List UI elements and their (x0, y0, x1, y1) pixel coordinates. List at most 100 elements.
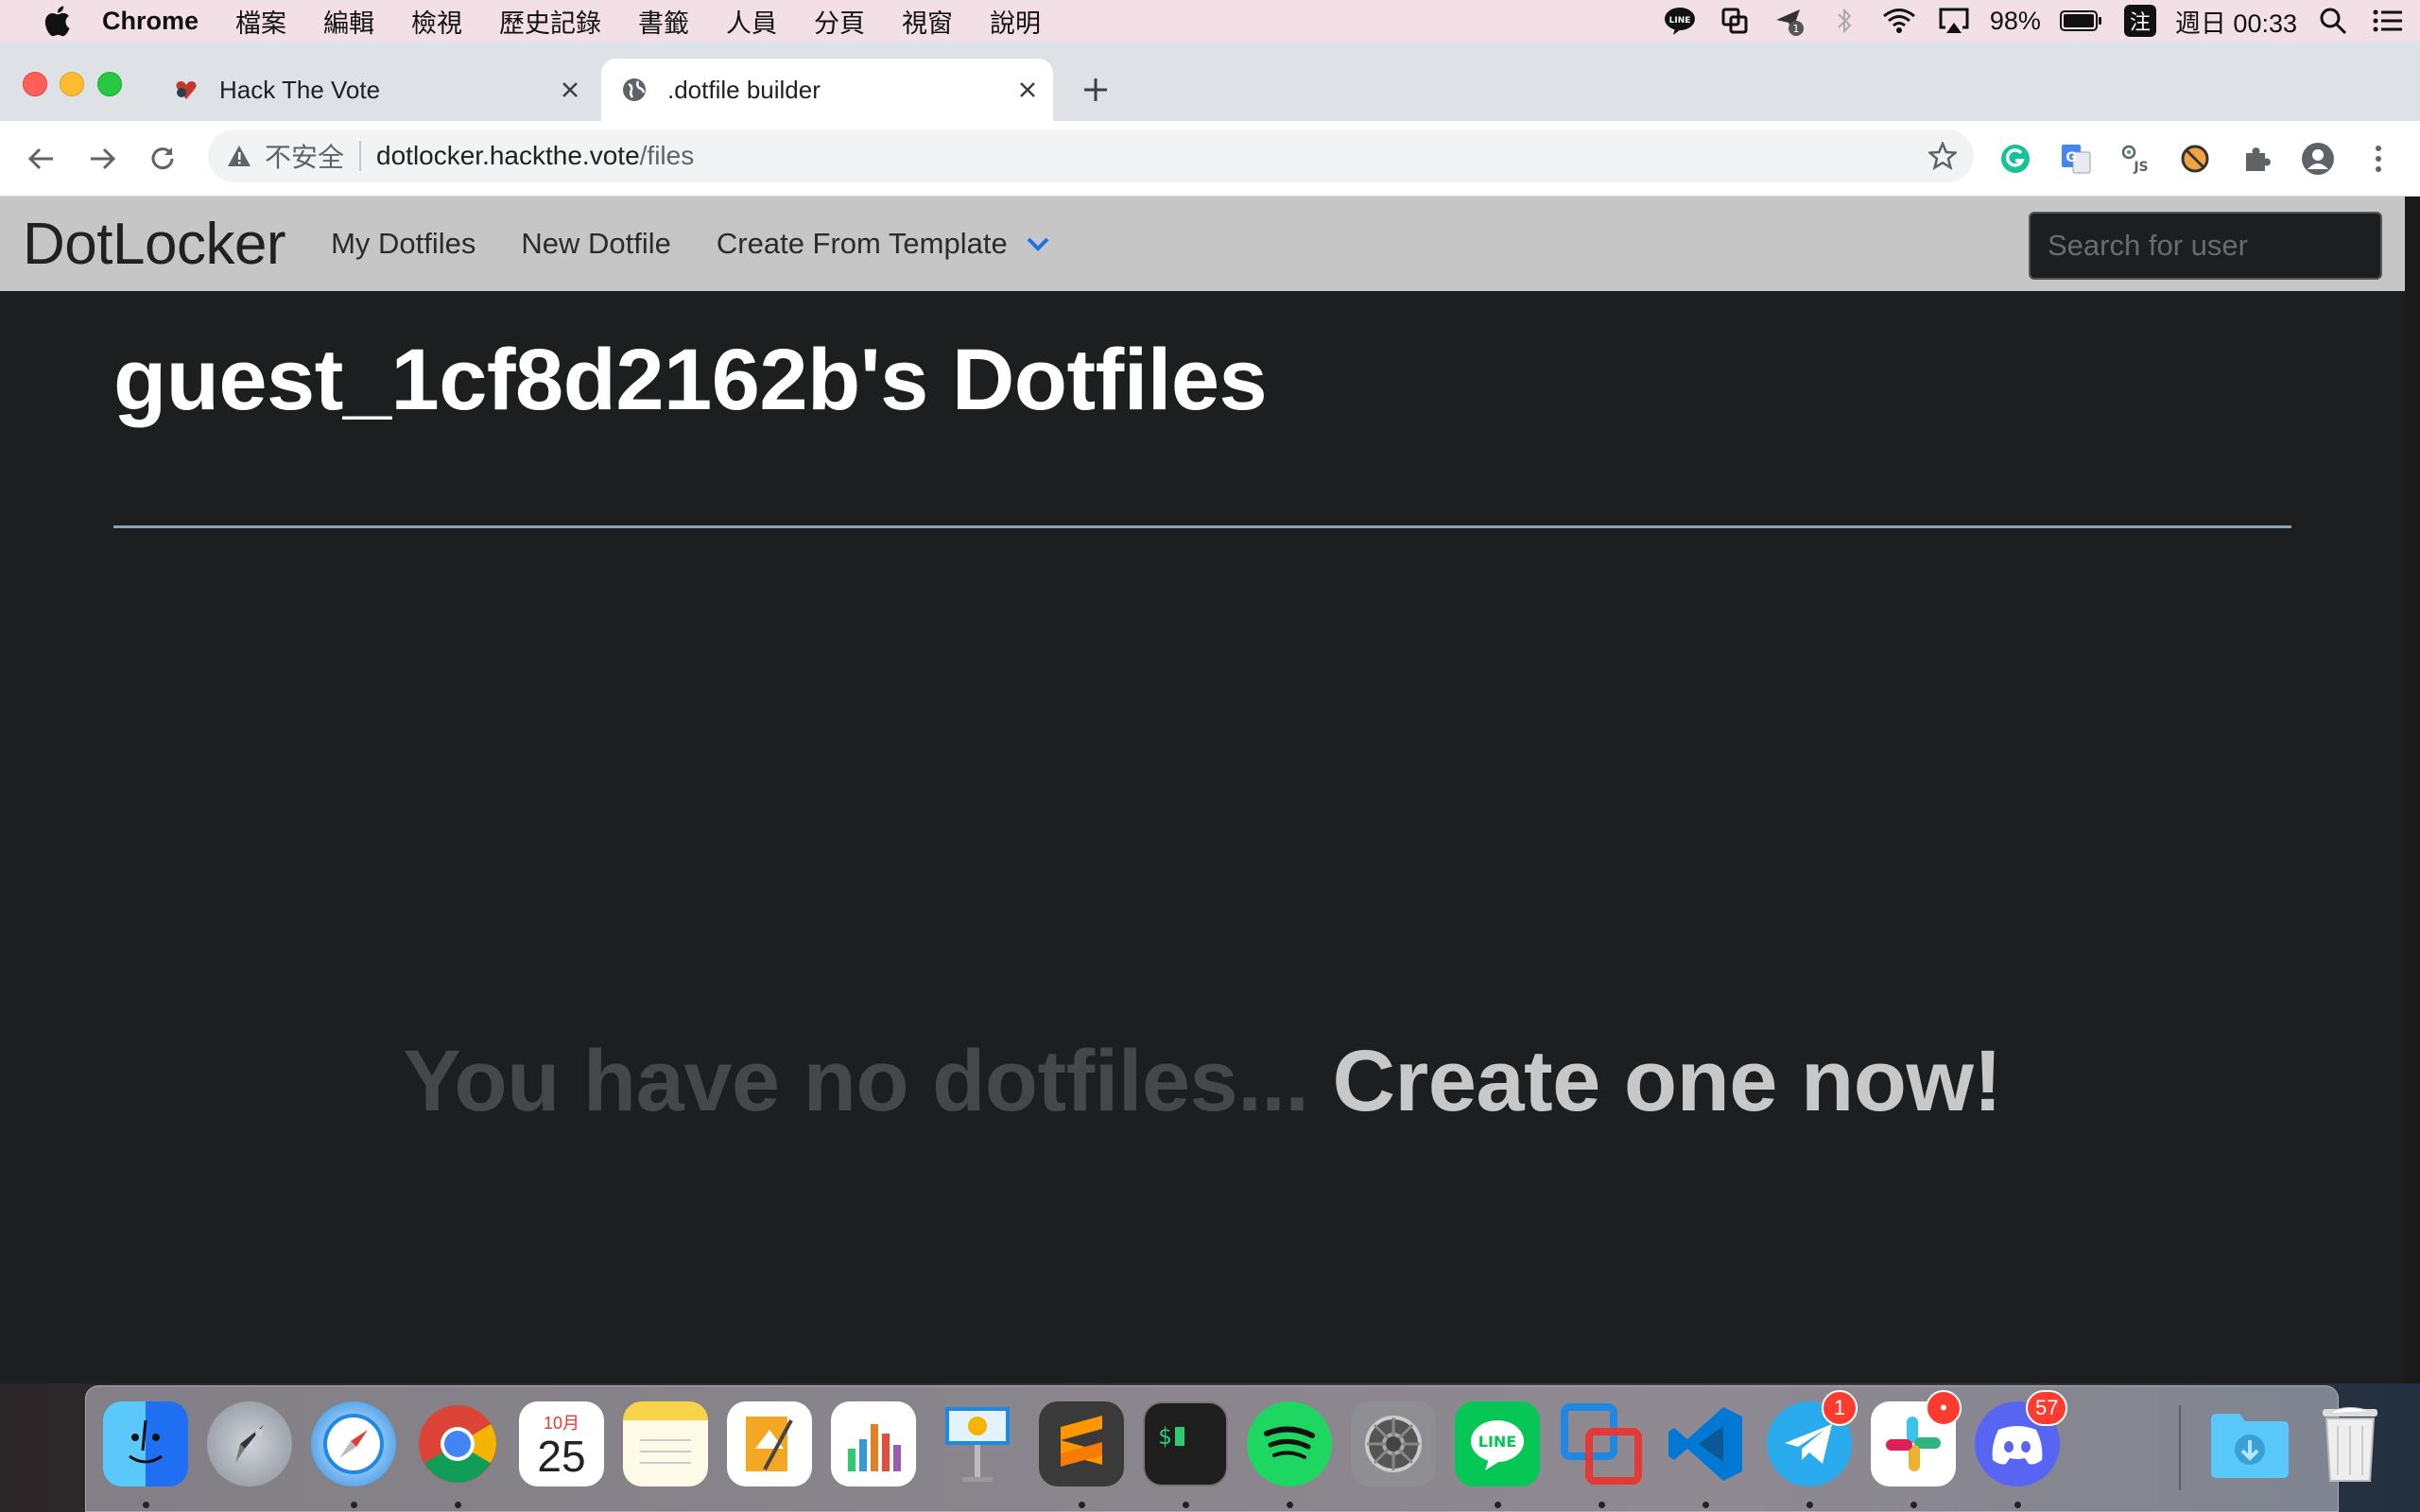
screen-share-status-icon[interactable] (1718, 4, 1752, 38)
telegram-unread-badge: 1 (1822, 1390, 1858, 1426)
sublime-text-dock-icon[interactable] (1039, 1401, 1124, 1486)
menu-history[interactable]: 歷史記錄 (499, 3, 601, 40)
menu-edit[interactable]: 編輯 (323, 3, 374, 40)
warning-triangle-icon[interactable] (225, 142, 253, 170)
back-arrow-icon[interactable] (23, 140, 60, 178)
running-indicator (143, 1502, 149, 1508)
svg-text:G: G (2066, 150, 2077, 165)
svg-text:1: 1 (1792, 23, 1799, 35)
svg-text:JS: JS (2133, 160, 2148, 175)
menu-bar-clock[interactable]: 週日 00:33 (2175, 3, 2297, 40)
macos-dock: 10月 25 $ LINE 1 • 57 (85, 1385, 2377, 1512)
vscode-dock-icon[interactable] (1663, 1401, 1748, 1486)
line-dock-icon[interactable]: LINE (1455, 1401, 1540, 1486)
notification-center-icon[interactable] (2371, 4, 2405, 38)
minimize-window-button[interactable] (60, 72, 84, 96)
chrome-dock-icon[interactable] (415, 1401, 500, 1486)
system-preferences-dock-icon[interactable] (1351, 1401, 1436, 1486)
running-indicator (455, 1502, 461, 1508)
vmware-fusion-dock-icon[interactable] (1559, 1401, 1644, 1486)
user-search-input[interactable] (2029, 212, 2382, 280)
wifi-icon[interactable] (1882, 4, 1916, 38)
nav-create-from-template-label: Create From Template (716, 227, 1008, 260)
tab-hack-the-vote[interactable]: Hack The Vote (161, 59, 596, 121)
running-indicator (1806, 1502, 1813, 1508)
empty-state-message: You have no dotfiles... Create one now! (0, 1032, 2405, 1131)
chrome-menu-kebab-icon[interactable] (2360, 140, 2397, 178)
menu-bookmarks[interactable]: 書籤 (638, 3, 689, 40)
extensions-puzzle-icon[interactable] (2238, 140, 2276, 178)
bookmark-star-icon[interactable] (1927, 140, 1959, 172)
menu-view[interactable]: 檢視 (411, 3, 462, 40)
web-page: DotLocker My Dotfiles New Dotfile Create… (0, 197, 2405, 1383)
close-tab-icon[interactable] (1013, 76, 1042, 104)
pages-dock-icon[interactable] (727, 1401, 812, 1486)
address-bar[interactable]: 不安全 dotlocker.hackthe.vote/files (208, 129, 1974, 182)
trash-dock-icon[interactable] (2308, 1401, 2393, 1486)
menu-people[interactable]: 人員 (726, 3, 777, 40)
heading-divider (113, 525, 2291, 528)
dock-separator (2179, 1405, 2181, 1490)
blocked-extension-icon[interactable] (2176, 140, 2214, 178)
nav-my-dotfiles[interactable]: My Dotfiles (331, 227, 475, 261)
chevron-down-icon[interactable] (1025, 231, 1051, 257)
airplay-icon[interactable] (1937, 4, 1971, 38)
keynote-dock-icon[interactable] (935, 1401, 1020, 1486)
battery-percent: 98% (1989, 6, 2041, 35)
input-method-icon[interactable]: 注 (2123, 5, 2156, 37)
terminal-dock-icon[interactable]: $ (1143, 1401, 1228, 1486)
profile-avatar-icon[interactable] (2299, 140, 2337, 178)
url-host[interactable]: dotlocker.hackthe.vote (376, 141, 640, 171)
forward-arrow-icon[interactable] (83, 140, 121, 178)
menu-bar-status-area: LINE 1 98% 注 週日 00:33 (1652, 0, 2420, 42)
js-extension-icon[interactable]: JS (2118, 140, 2155, 178)
svg-text:LINE: LINE (1668, 16, 1690, 26)
notification-status-icon[interactable]: 1 (1772, 4, 1806, 38)
svg-text:LINE: LINE (1478, 1433, 1516, 1451)
menu-file[interactable]: 檔案 (235, 3, 286, 40)
close-window-button[interactable] (23, 72, 47, 96)
google-translate-extension-icon[interactable]: G (2057, 140, 2095, 178)
calendar-dock-icon[interactable]: 10月 25 (519, 1401, 604, 1486)
menu-window[interactable]: 視窗 (902, 3, 953, 40)
create-dotfile-link[interactable]: Create one now! (1332, 1033, 2002, 1129)
numbers-dock-icon[interactable] (831, 1401, 916, 1486)
running-indicator (1183, 1502, 1189, 1508)
page-scrollbar[interactable] (2405, 197, 2420, 1383)
site-brand[interactable]: DotLocker (23, 211, 286, 278)
close-tab-icon[interactable] (556, 76, 584, 104)
menu-app-name[interactable]: Chrome (102, 7, 199, 36)
menu-tab[interactable]: 分頁 (814, 3, 865, 40)
fullscreen-window-button[interactable] (97, 72, 122, 96)
apple-menu-icon[interactable] (38, 2, 76, 40)
finder-dock-icon[interactable] (103, 1401, 188, 1486)
battery-icon[interactable] (2059, 4, 2103, 38)
line-status-icon[interactable]: LINE (1663, 4, 1697, 38)
page-title: guest_1cf8d2162b's Dotfiles (113, 332, 1268, 428)
spotify-dock-icon[interactable] (1247, 1401, 1332, 1486)
chrome-window: Hack The Vote .dotfile builder 不安全 dotlo… (0, 42, 2420, 1383)
new-tab-plus-icon[interactable] (1080, 74, 1112, 106)
nav-create-from-template[interactable]: Create From Template (717, 227, 1051, 261)
grammarly-extension-icon[interactable] (1996, 140, 2034, 178)
tab-title: Hack The Vote (219, 75, 381, 104)
downloads-folder-dock-icon[interactable] (2207, 1401, 2292, 1486)
notes-dock-icon[interactable] (623, 1401, 708, 1486)
nav-new-dotfile[interactable]: New Dotfile (521, 227, 671, 261)
running-indicator (1910, 1502, 1917, 1508)
url-path[interactable]: /files (640, 141, 695, 171)
menu-help[interactable]: 說明 (990, 3, 1041, 40)
launchpad-dock-icon[interactable] (207, 1401, 292, 1486)
spotlight-search-icon[interactable] (2316, 4, 2350, 38)
not-secure-label[interactable]: 不安全 (265, 137, 344, 175)
hack-the-vote-favicon-icon (172, 76, 200, 104)
omnibox-divider (359, 141, 362, 171)
tab-dotfile-builder[interactable]: .dotfile builder (601, 59, 1053, 121)
running-indicator (351, 1502, 357, 1508)
tab-strip: Hack The Vote .dotfile builder (0, 42, 2420, 121)
running-indicator (1079, 1502, 1085, 1508)
safari-dock-icon[interactable] (311, 1401, 396, 1486)
reload-icon[interactable] (144, 140, 182, 178)
discord-unread-badge: 57 (2026, 1390, 2068, 1426)
bluetooth-icon[interactable] (1827, 4, 1861, 38)
